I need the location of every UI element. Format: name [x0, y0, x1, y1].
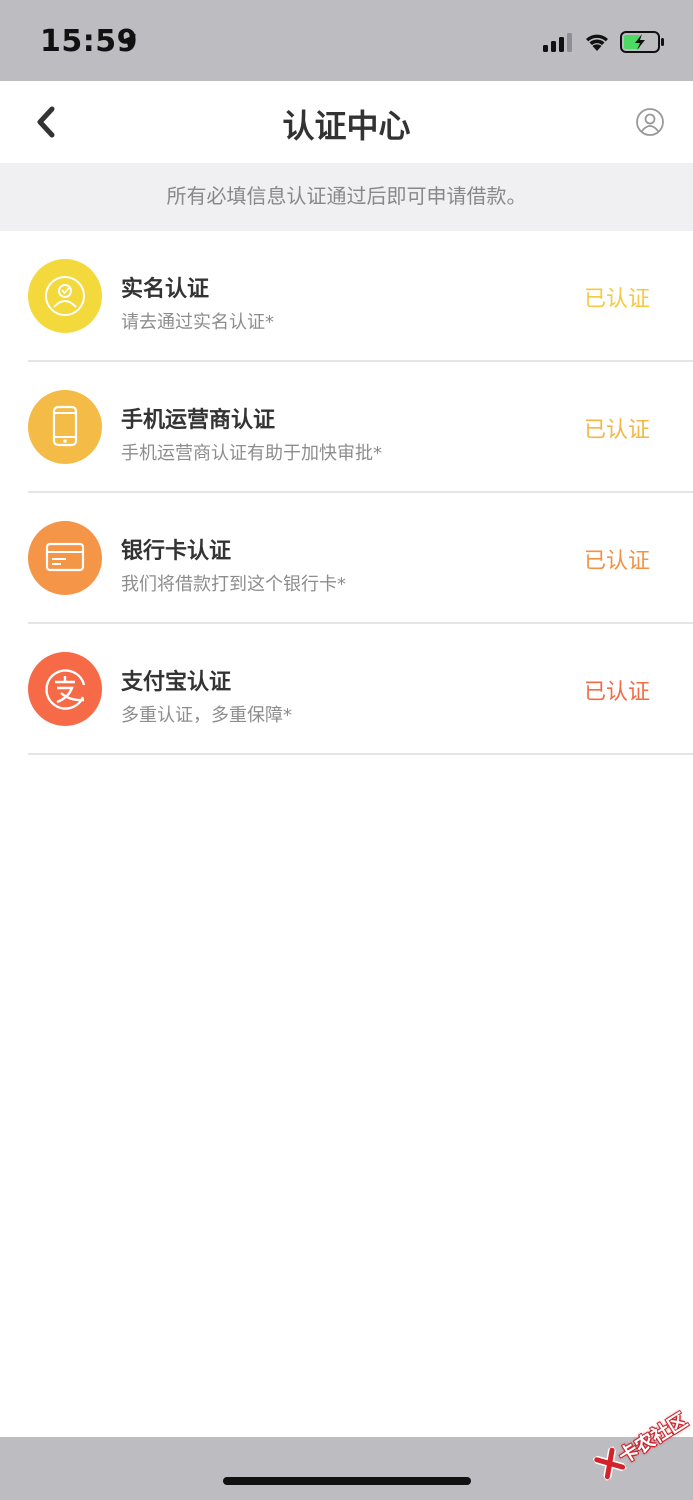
bank-card-icon — [28, 521, 102, 595]
auth-desc: 请去通过实名认证* — [121, 312, 274, 333]
alipay-icon — [28, 652, 102, 726]
auth-status-badge: 已认证 — [583, 418, 650, 443]
auth-title: 实名认证 — [121, 277, 210, 302]
mobile-phone-icon — [28, 390, 102, 464]
auth-title: 银行卡认证 — [121, 539, 232, 564]
divider — [28, 753, 693, 755]
home-indicator[interactable] — [223, 1477, 471, 1485]
auth-list: 实名认证 请去通过实名认证* 已认证 手机运营商认证 手机运营商认证有助于加快审… — [0, 231, 693, 755]
person-id-icon — [28, 259, 102, 333]
page-title: 认证中心 — [282, 107, 411, 145]
watermark-text: 卡农社区 — [615, 1409, 692, 1469]
user-profile-button[interactable] — [635, 107, 665, 137]
auth-item-real-name[interactable]: 实名认证 请去通过实名认证* 已认证 — [0, 231, 693, 362]
cellular-signal-icon — [543, 32, 575, 56]
auth-status-badge: 已认证 — [583, 287, 650, 312]
user-circle-icon — [636, 108, 664, 136]
auth-status-badge: 已认证 — [583, 680, 650, 705]
auth-item-alipay[interactable]: 支付宝认证 多重认证，多重保障* 已认证 — [0, 624, 693, 755]
auth-status-badge: 已认证 — [583, 549, 650, 574]
location-arrow-icon — [118, 32, 138, 56]
status-bar: 15:59 — [0, 0, 693, 81]
auth-item-bank-card[interactable]: 银行卡认证 我们将借款打到这个银行卡* 已认证 — [0, 493, 693, 624]
auth-desc: 多重认证，多重保障* — [121, 705, 292, 726]
auth-desc: 我们将借款打到这个银行卡* — [121, 574, 346, 595]
auth-desc: 手机运营商认证有助于加快审批* — [121, 443, 382, 464]
auth-item-mobile-carrier[interactable]: 手机运营商认证 手机运营商认证有助于加快审批* 已认证 — [0, 362, 693, 493]
auth-title: 支付宝认证 — [121, 670, 232, 695]
nav-bar: 认证中心 — [0, 81, 693, 163]
battery-charging-icon — [620, 31, 666, 57]
auth-title: 手机运营商认证 — [121, 408, 276, 433]
notice-banner: 所有必填信息认证通过后即可申请借款。 — [0, 163, 693, 231]
wifi-icon — [583, 30, 611, 56]
